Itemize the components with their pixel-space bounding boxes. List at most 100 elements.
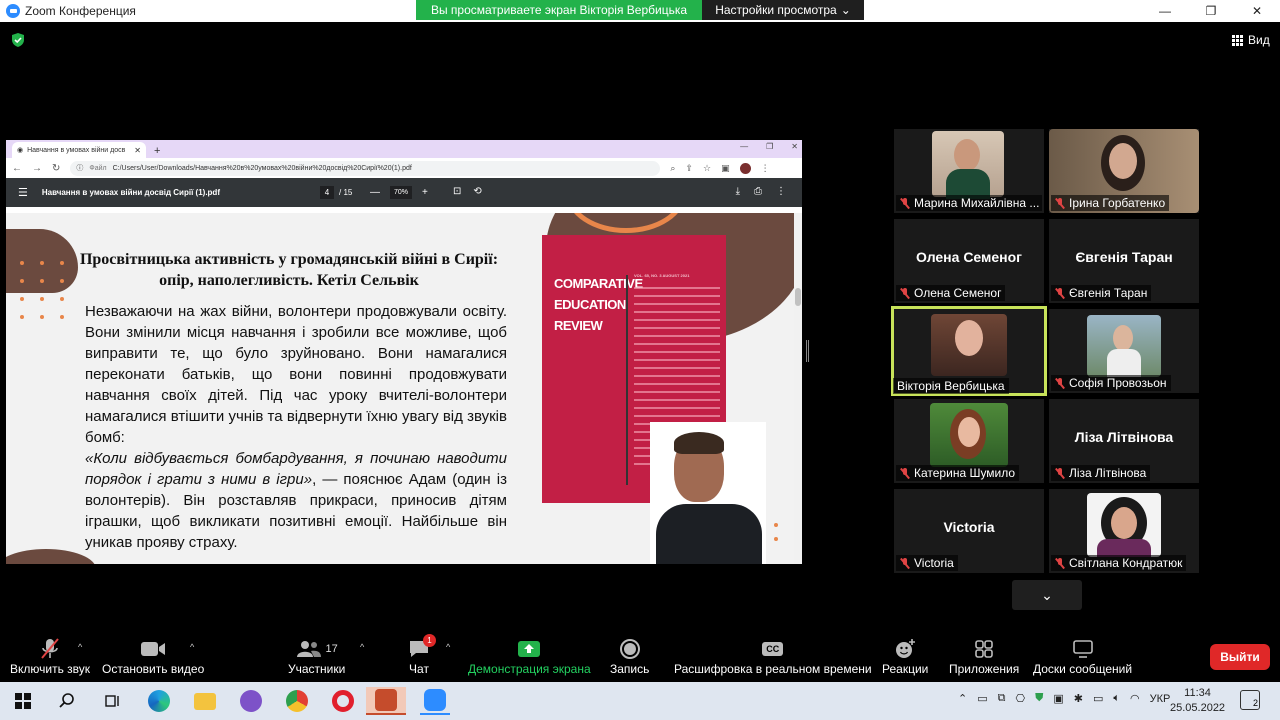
windows-start-icon[interactable] — [8, 687, 38, 715]
rotate-icon[interactable]: ⟲ — [473, 186, 481, 197]
browser-minimize-icon[interactable]: — — [740, 142, 748, 151]
maximize-icon[interactable]: ❐ — [1188, 0, 1234, 22]
transcript-button[interactable]: CC Расшифровка в реальном времени — [674, 636, 872, 676]
address-bar[interactable]: ⓘ Файл C:/Users/User/Downloads/Навчання%… — [70, 160, 661, 176]
browser-tab[interactable]: ◉ Навчання в умовах війни досв ✕ — [12, 142, 146, 158]
participant-label: Олена Семеног — [896, 285, 1006, 301]
smiley-icon — [896, 639, 916, 658]
mic-muted-icon — [1055, 198, 1065, 208]
system-clock[interactable]: 11:34 25.05.2022 — [1170, 686, 1225, 716]
fit-page-icon[interactable]: ⊡ — [453, 186, 461, 197]
back-icon[interactable]: ← — [12, 163, 22, 174]
scroll-thumb[interactable] — [795, 288, 801, 306]
powerpoint-icon[interactable] — [366, 687, 406, 715]
participant-tile[interactable]: Ірина Горбатенко — [1049, 129, 1199, 213]
split-handle[interactable] — [806, 340, 809, 362]
mic-muted-icon — [1055, 468, 1065, 478]
participant-tile[interactable]: Євгенія Таран Євгенія Таран — [1049, 219, 1199, 303]
edge-icon[interactable] — [144, 687, 174, 715]
audio-options-caret-icon[interactable]: ^ — [78, 642, 82, 652]
participant-tile[interactable]: Ліза Літвінова Ліза Літвінова — [1049, 399, 1199, 483]
tray-bluetooth-icon[interactable]: ✱ — [1074, 692, 1083, 705]
record-button[interactable]: Запись — [610, 636, 649, 676]
cc-icon: CC — [762, 642, 784, 656]
whiteboards-button[interactable]: Доски сообщений — [1033, 636, 1132, 676]
tray-security-icon[interactable]: ⛊ — [1035, 692, 1043, 705]
browser-close-icon[interactable]: ✕ — [791, 142, 798, 151]
viber-icon[interactable] — [236, 687, 266, 715]
chat-button[interactable]: 1 Чат — [408, 634, 436, 676]
tray-display-icon[interactable]: ▣ — [1053, 692, 1063, 705]
browser-maximize-icon[interactable]: ❐ — [766, 142, 773, 151]
chat-caret-icon[interactable]: ^ — [446, 642, 450, 652]
close-icon[interactable]: ✕ — [1234, 0, 1280, 22]
unmute-label: Включить звук — [10, 662, 91, 676]
view-options-button[interactable]: Настройки просмотра ⌄ — [702, 0, 864, 20]
zoom-level[interactable]: 70% — [390, 186, 412, 199]
leave-button[interactable]: Выйти — [1210, 644, 1270, 670]
star-icon[interactable]: ☆ — [703, 163, 711, 174]
chrome-icon[interactable] — [282, 687, 312, 715]
notifications-icon[interactable]: 2 — [1240, 690, 1260, 710]
decor-bottom-shape — [6, 549, 96, 564]
zoom-lens-icon[interactable]: ⌕ — [670, 163, 675, 174]
zoom-taskbar-icon[interactable] — [420, 687, 450, 715]
tray-wifi-icon[interactable]: ◠ — [1130, 692, 1140, 705]
reload-icon[interactable]: ↻ — [52, 163, 60, 174]
video-options-caret-icon[interactable]: ^ — [190, 642, 194, 652]
search-icon[interactable] — [52, 687, 82, 715]
minimize-icon[interactable]: — — [1142, 0, 1188, 22]
file-explorer-icon[interactable] — [190, 687, 220, 715]
tray-volume-icon[interactable]: 🔈︎ — [1113, 692, 1120, 705]
stop-video-button[interactable]: Остановить видео — [102, 636, 204, 676]
participant-tile[interactable]: Софія Провозьон — [1049, 309, 1199, 393]
participants-button[interactable]: 17 Участники — [288, 636, 345, 676]
pdf-menu-icon[interactable]: ⋮ — [776, 186, 786, 197]
forward-icon[interactable]: → — [32, 163, 42, 174]
participant-tile[interactable]: Victoria Victoria — [894, 489, 1044, 573]
sidebar-icon[interactable]: ▣ — [721, 163, 730, 174]
menu-dots-icon[interactable]: ⋮ — [761, 163, 770, 174]
tray-network-app-icon[interactable]: ⧉ — [998, 692, 1006, 705]
tray-expand-icon[interactable]: ⌃ — [958, 692, 967, 705]
share-icon[interactable]: ⇪ — [685, 163, 693, 174]
reactions-button[interactable]: Реакции — [882, 636, 928, 676]
participant-tile-active[interactable]: Вікторія Вербицька — [891, 306, 1047, 396]
participant-tile[interactable]: Марина Михайлівна ... — [894, 129, 1044, 213]
participant-tile[interactable]: Світлана Кондратюк — [1049, 489, 1199, 573]
apps-button[interactable]: Приложения — [949, 636, 1019, 676]
pdf-scrollbar[interactable] — [794, 213, 802, 564]
tab-close-icon[interactable]: ✕ — [134, 146, 141, 155]
tray-battery-icon[interactable]: ▭ — [1093, 692, 1103, 705]
tray-app-icon[interactable]: ▭ — [977, 692, 987, 705]
share-screen-button[interactable]: Демонстрация экрана — [468, 636, 591, 676]
zoom-out-icon[interactable]: — — [370, 187, 380, 198]
opera-icon[interactable] — [328, 687, 358, 715]
page-input[interactable]: 4 — [320, 186, 334, 199]
gallery-next-button[interactable]: ⌄ — [1012, 580, 1082, 610]
shield-icon[interactable] — [10, 32, 26, 48]
download-icon[interactable]: ⤓ — [736, 186, 740, 197]
author-body — [656, 504, 762, 564]
share-banner: Вы просматриваете экран Вікторія Вербиць… — [416, 0, 702, 20]
participant-tile[interactable]: Олена Семеног Олена Семеног — [894, 219, 1044, 303]
task-view-icon[interactable] — [98, 687, 128, 715]
participants-icon — [296, 641, 321, 657]
print-icon[interactable]: ⎙ — [754, 186, 762, 197]
profile-avatar[interactable] — [739, 162, 751, 174]
participant-tile[interactable]: Катерина Шумило — [894, 399, 1044, 483]
keyboard-language[interactable]: УКР — [1150, 693, 1171, 705]
zoom-in-icon[interactable]: + — [422, 187, 428, 198]
mic-muted-icon — [1055, 378, 1065, 388]
stop-video-label: Остановить видео — [102, 662, 205, 676]
mic-muted-icon — [900, 468, 910, 478]
participant-label: Катерина Шумило — [896, 465, 1020, 481]
hamburger-icon[interactable]: ☰ — [18, 186, 28, 199]
file-label: Файл — [89, 164, 107, 172]
tray-zoom-icon[interactable]: ⎔ — [1015, 692, 1025, 705]
new-tab-icon[interactable]: + — [154, 145, 160, 157]
transcript-label: Расшифровка в реальном времени — [674, 662, 872, 676]
slide-body: Незважаючи на жах війни, волонтери продо… — [85, 301, 507, 553]
view-button[interactable]: Вид — [1232, 33, 1270, 47]
participants-caret-icon[interactable]: ^ — [360, 642, 364, 652]
